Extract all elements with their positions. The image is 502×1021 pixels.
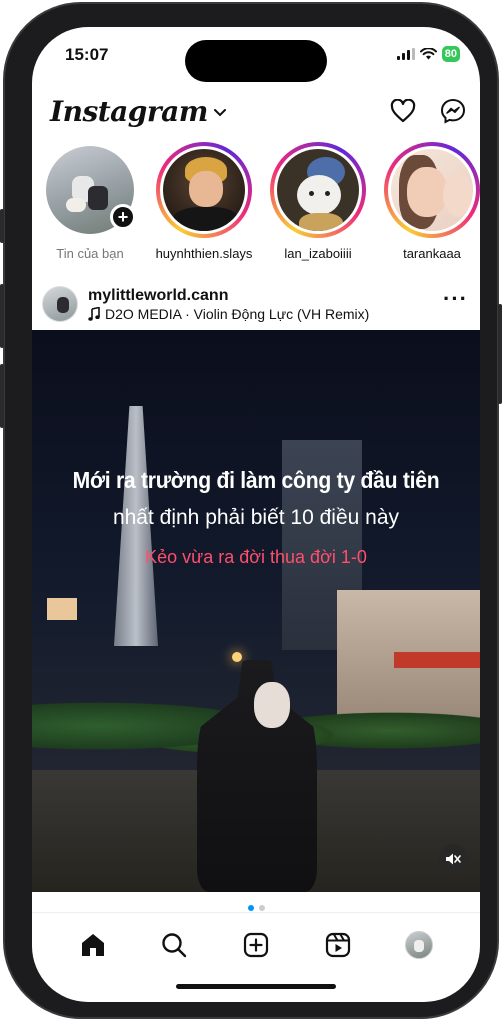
story-item[interactable]: tarankaaa — [384, 142, 480, 261]
mute-button[interactable] — [438, 844, 468, 874]
carousel-indicator — [32, 905, 480, 911]
instagram-logo[interactable]: Instagram — [50, 95, 208, 128]
bottom-tab-bar — [32, 912, 480, 960]
story-item[interactable]: lan_izaboiiii — [270, 142, 366, 261]
story-item[interactable]: huynhthien.slays — [156, 142, 252, 261]
status-time: 15:07 — [65, 45, 109, 64]
post-music[interactable]: D2O MEDIA · Violin Động Lực (VH Remix) — [88, 305, 443, 323]
dynamic-island — [185, 40, 327, 82]
create-post-icon — [243, 932, 269, 957]
billboard — [47, 598, 77, 620]
story-ring — [384, 142, 480, 238]
tab-search[interactable] — [152, 927, 196, 963]
messages-button[interactable] — [440, 98, 466, 124]
reels-icon — [325, 932, 350, 957]
story-avatar — [277, 149, 359, 231]
heart-icon — [390, 99, 416, 123]
carousel-dot — [258, 905, 265, 911]
overlay-subtitle: nhất định phải biết 10 điều này — [112, 506, 400, 529]
story-own[interactable]: + Tin của bạn — [42, 142, 138, 261]
carousel-dot-active — [247, 905, 254, 911]
volume-down-button — [0, 364, 4, 428]
wifi-icon — [419, 48, 437, 60]
post-username[interactable]: mylittleworld.cann — [88, 286, 443, 305]
add-story-icon[interactable]: + — [110, 204, 136, 230]
screen: 15:07 80 Instagram + Tin của bạn huynhth… — [32, 27, 480, 1002]
home-icon — [81, 933, 104, 956]
speaker-muted-icon — [446, 853, 461, 865]
music-note-icon — [88, 306, 100, 321]
search-icon — [162, 932, 187, 957]
profile-avatar — [405, 930, 434, 959]
post-header: mylittleworld.cann D2O MEDIA · Violin Độ… — [42, 284, 468, 324]
home-indicator[interactable] — [176, 984, 336, 989]
story-ring — [156, 142, 252, 238]
post-meta: mylittleworld.cann D2O MEDIA · Violin Độ… — [88, 286, 443, 323]
own-story-avatar: + — [46, 146, 136, 234]
music-title: D2O MEDIA · Violin Động Lực (VH Remix) — [105, 305, 370, 322]
phone-frame: 15:07 80 Instagram + Tin của bạn huynhth… — [0, 2, 502, 1019]
signal-icon — [396, 48, 415, 60]
tab-profile[interactable] — [397, 927, 441, 963]
volume-up-button — [0, 284, 4, 348]
overlay-tagline: Kẻo vừa ra đời thua đời 1-0 — [145, 547, 367, 567]
post-author-avatar[interactable] — [42, 286, 78, 322]
post-media[interactable]: Mới ra trường đi làm công ty đầu tiên nh… — [32, 330, 480, 892]
tab-create[interactable] — [234, 927, 278, 963]
status-indicators: 80 — [396, 46, 460, 62]
action-button — [0, 209, 4, 243]
battery-indicator: 80 — [441, 46, 460, 62]
story-ring — [270, 142, 366, 238]
tab-home[interactable] — [71, 927, 115, 963]
red-sign — [394, 652, 480, 668]
story-label: huynhthien.slays — [155, 246, 253, 261]
story-label: Tin của bạn — [56, 246, 124, 261]
street-lamp — [232, 652, 242, 662]
app-header: Instagram — [50, 89, 466, 133]
stories-tray: + Tin của bạn huynhthien.slays lan_izabo… — [42, 142, 480, 261]
tab-reels[interactable] — [316, 927, 360, 963]
story-label: lan_izaboiiii — [284, 246, 352, 261]
overlay-title: Mới ra trường đi làm công ty đầu tiên — [72, 467, 440, 493]
power-button — [498, 304, 502, 404]
notifications-button[interactable] — [390, 99, 416, 123]
story-avatar — [391, 149, 473, 231]
more-options-icon[interactable]: ··· — [443, 286, 468, 312]
chevron-down-icon[interactable] — [213, 109, 226, 117]
person-face — [254, 682, 290, 728]
messenger-icon — [440, 98, 466, 124]
story-label: tarankaaa — [403, 246, 461, 261]
story-avatar — [163, 149, 245, 231]
